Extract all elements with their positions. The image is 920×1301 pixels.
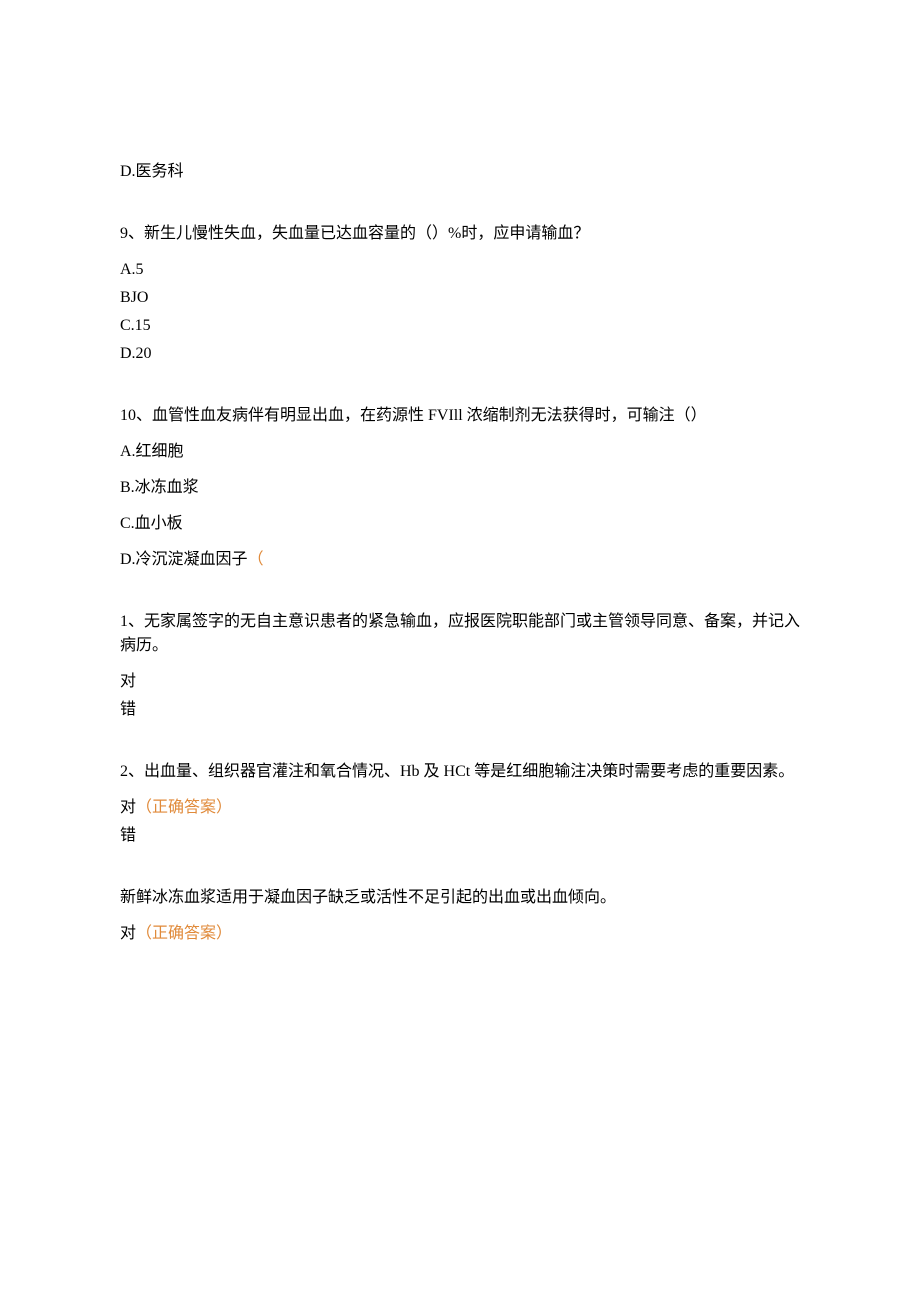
- q10-option-d-mark: （: [248, 551, 264, 568]
- tf1-true: 对: [120, 670, 800, 694]
- q9-text: 9、新生儿慢性失血，失血量已达血容量的（）%时，应申请输血？: [120, 222, 800, 246]
- question-10: 10、血管性血友病伴有明显出血，在药源性 FVIll 浓缩制剂无法获得时，可输注…: [120, 404, 800, 572]
- tf-question-2: 2、出血量、组织器官灌注和氧合情况、Hb 及 HCt 等是红细胞输注决策时需要考…: [120, 760, 800, 848]
- tf1-text: 1、无家属签字的无自主意识患者的紧急输血，应报医院职能部门或主管领导同意、备案，…: [120, 610, 800, 658]
- tf1-false: 错: [120, 698, 800, 722]
- q10-option-d-text: D.冷沉淀凝血因子: [120, 551, 248, 568]
- tf3-true-label: 对: [120, 925, 136, 942]
- tf2-true-label: 对: [120, 799, 136, 816]
- tf2-text: 2、出血量、组织器官灌注和氧合情况、Hb 及 HCt 等是红细胞输注决策时需要考…: [120, 760, 800, 784]
- q8-option-d: D.医务科: [120, 160, 800, 184]
- q9-option-a: A.5: [120, 258, 800, 282]
- q10-option-d: D.冷沉淀凝血因子（: [120, 548, 800, 572]
- tf-question-3: 新鲜冰冻血浆适用于凝血因子缺乏或活性不足引起的出血或出血倾向。 对（正确答案）: [120, 886, 800, 946]
- question-9: 9、新生儿慢性失血，失血量已达血容量的（）%时，应申请输血？ A.5 BJO C…: [120, 222, 800, 366]
- tf-question-1: 1、无家属签字的无自主意识患者的紧急输血，应报医院职能部门或主管领导同意、备案，…: [120, 610, 800, 722]
- tf3-text: 新鲜冰冻血浆适用于凝血因子缺乏或活性不足引起的出血或出血倾向。: [120, 886, 800, 910]
- tf2-false: 错: [120, 824, 800, 848]
- tf2-correct-mark: （正确答案）: [136, 799, 232, 816]
- q10-text: 10、血管性血友病伴有明显出血，在药源性 FVIll 浓缩制剂无法获得时，可输注…: [120, 404, 800, 428]
- q9-option-b: BJO: [120, 286, 800, 310]
- tf3-correct-mark: （正确答案）: [136, 925, 232, 942]
- tf2-true: 对（正确答案）: [120, 796, 800, 820]
- tf3-true: 对（正确答案）: [120, 922, 800, 946]
- q10-option-c: C.血小板: [120, 512, 800, 536]
- q10-option-a: A.红细胞: [120, 440, 800, 464]
- q9-option-c: C.15: [120, 314, 800, 338]
- document-page: D.医务科 9、新生儿慢性失血，失血量已达血容量的（）%时，应申请输血？ A.5…: [0, 0, 920, 1301]
- q10-option-b: B.冰冻血浆: [120, 476, 800, 500]
- q9-option-d: D.20: [120, 342, 800, 366]
